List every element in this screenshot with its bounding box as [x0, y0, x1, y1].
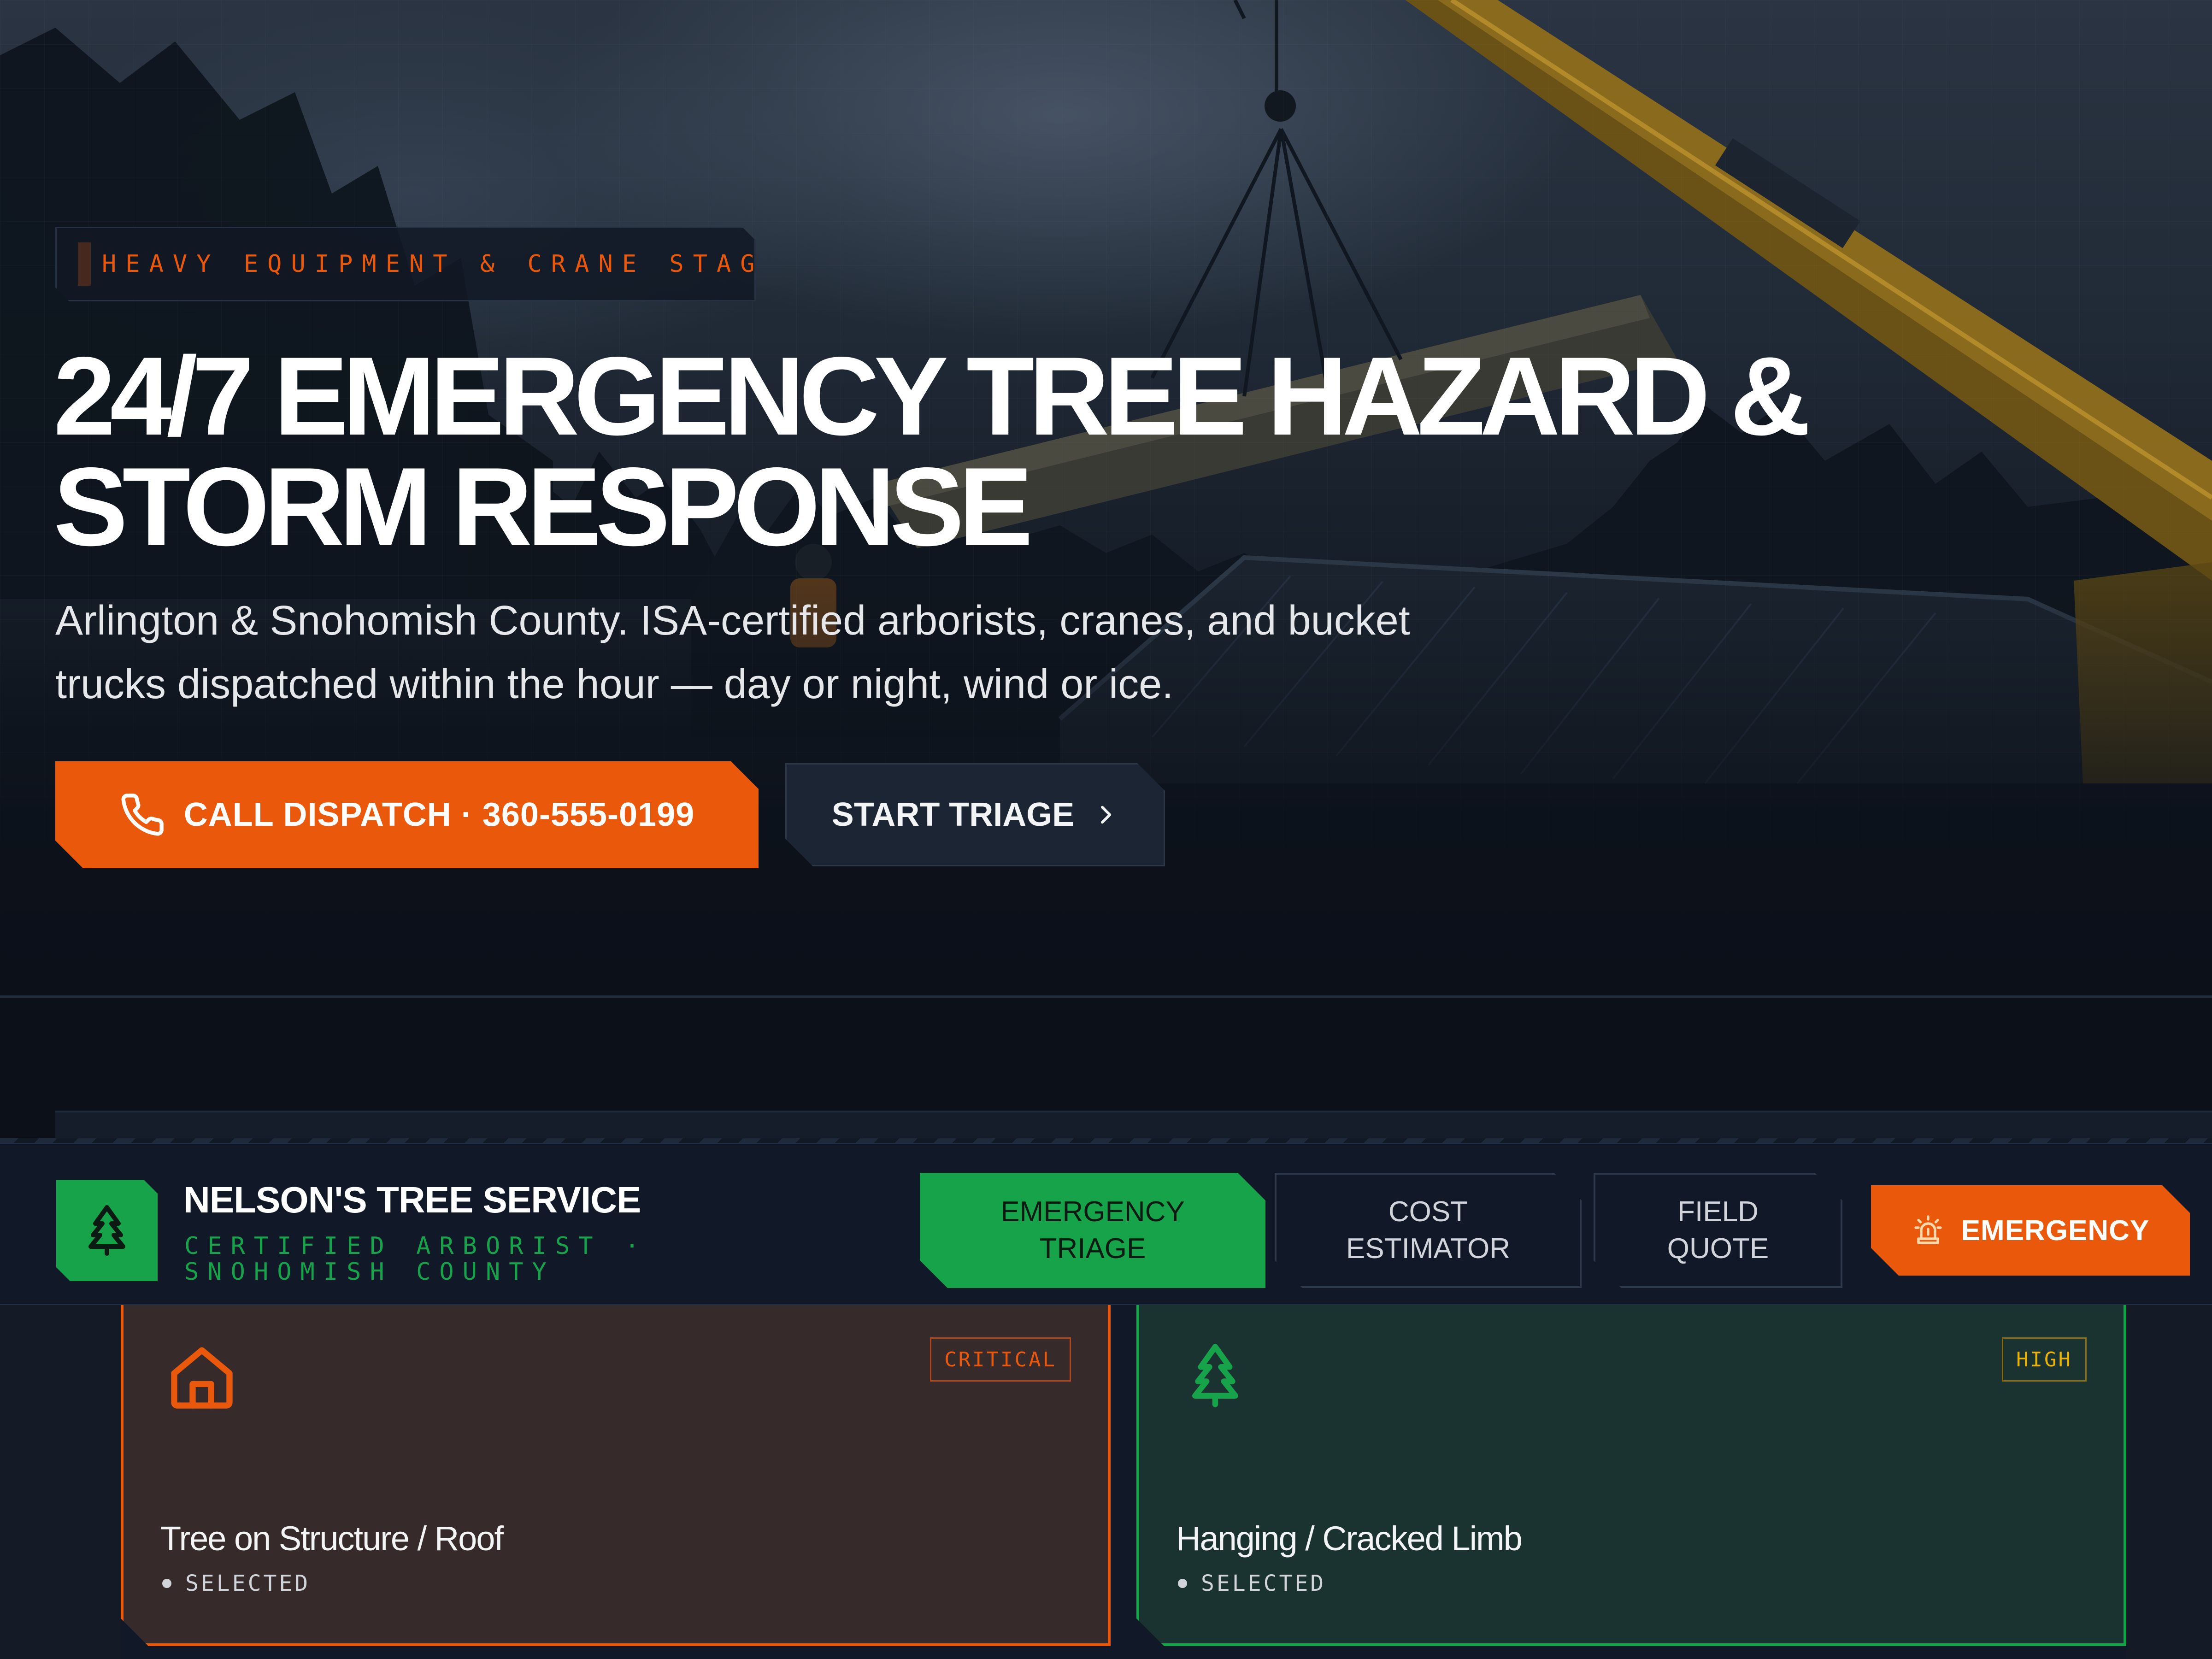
hero-title-line-2: STORM RESPONSE: [53, 445, 1033, 569]
hero-divider: [0, 995, 2212, 998]
status-badge: HEAVY EQUIPMENT & CRANE STAGED: [55, 227, 756, 301]
hero-subtitle-line-1: Arlington & Snohomish County. ISA-certif…: [55, 598, 1410, 644]
cards-gutter-right: [2126, 1305, 2212, 1659]
tab-field-quote[interactable]: FIELD QUOTE: [1594, 1173, 1842, 1288]
tree-icon: [1192, 1344, 1238, 1407]
tree-icon: [88, 1205, 125, 1256]
brand-name: NELSON'S TREE SERVICE: [183, 1179, 641, 1220]
card-selected-status: SELECTED: [1178, 1571, 1326, 1596]
call-dispatch-label: CALL DISPATCH · 360-555-0199: [183, 796, 695, 833]
page: HEAVY EQUIPMENT & CRANE STAGED 24/7 EMER…: [0, 0, 2212, 1659]
emergency-button[interactable]: EMERGENCY: [1871, 1185, 2190, 1276]
tab-cost-estimator-label: COST ESTIMATOR: [1346, 1196, 1510, 1265]
cards-gutter-left: [0, 1305, 121, 1659]
hero-title: 24/7 EMERGENCY TREE HAZARD & STORM RESPO…: [53, 334, 1943, 569]
emergency-button-label: EMERGENCY: [1961, 1214, 2150, 1247]
tab-emergency-triage[interactable]: EMERGENCY TRIAGE: [920, 1173, 1265, 1288]
triage-card-hanging-limb[interactable]: HIGH Hanging / Cracked Limb SELECTED: [1136, 1305, 2126, 1646]
house-icon: [171, 1347, 233, 1409]
brand-tagline: CERTIFIED ARBORIST · SNOHOMISH COUNTY: [184, 1232, 648, 1286]
tab-field-quote-label: FIELD QUOTE: [1667, 1196, 1769, 1265]
siren-icon: [1914, 1215, 1942, 1244]
card-title: Hanging / Cracked Limb: [1176, 1519, 1523, 1558]
severity-badge-critical: CRITICAL: [930, 1337, 1071, 1382]
chevron-right-icon: [1101, 806, 1112, 824]
call-dispatch-button[interactable]: CALL DISPATCH · 360-555-0199: [55, 761, 759, 868]
hero-subtitle: Arlington & Snohomish County. ISA-certif…: [55, 589, 1576, 716]
selected-dot: [1178, 1579, 1187, 1588]
tab-cost-estimator[interactable]: COST ESTIMATOR: [1275, 1173, 1582, 1288]
triage-card-tree-on-structure[interactable]: CRITICAL Tree on Structure / Roof SELECT…: [121, 1305, 1111, 1646]
selected-label: SELECTED: [185, 1571, 311, 1596]
phone-icon: [121, 794, 164, 836]
card-title: Tree on Structure / Roof: [160, 1519, 504, 1558]
hero-title-line-1: 24/7 EMERGENCY TREE HAZARD &: [53, 334, 1811, 459]
card-selected-status: SELECTED: [162, 1571, 310, 1596]
start-triage-label: START TRIAGE: [831, 796, 1075, 833]
hero-section: HEAVY EQUIPMENT & CRANE STAGED 24/7 EMER…: [0, 0, 2212, 995]
tab-emergency-triage-label: EMERGENCY TRIAGE: [1000, 1196, 1185, 1265]
severity-badge-high: HIGH: [2002, 1337, 2087, 1382]
hero-subtitle-line-2: trucks dispatched within the hour — day …: [55, 661, 1174, 707]
brand-logo[interactable]: [56, 1180, 158, 1281]
status-badge-text: HEAVY EQUIPMENT & CRANE STAGED: [102, 250, 812, 278]
selected-dot: [162, 1579, 171, 1588]
start-triage-button[interactable]: START TRIAGE: [785, 763, 1165, 866]
selected-label: SELECTED: [1201, 1571, 1326, 1596]
